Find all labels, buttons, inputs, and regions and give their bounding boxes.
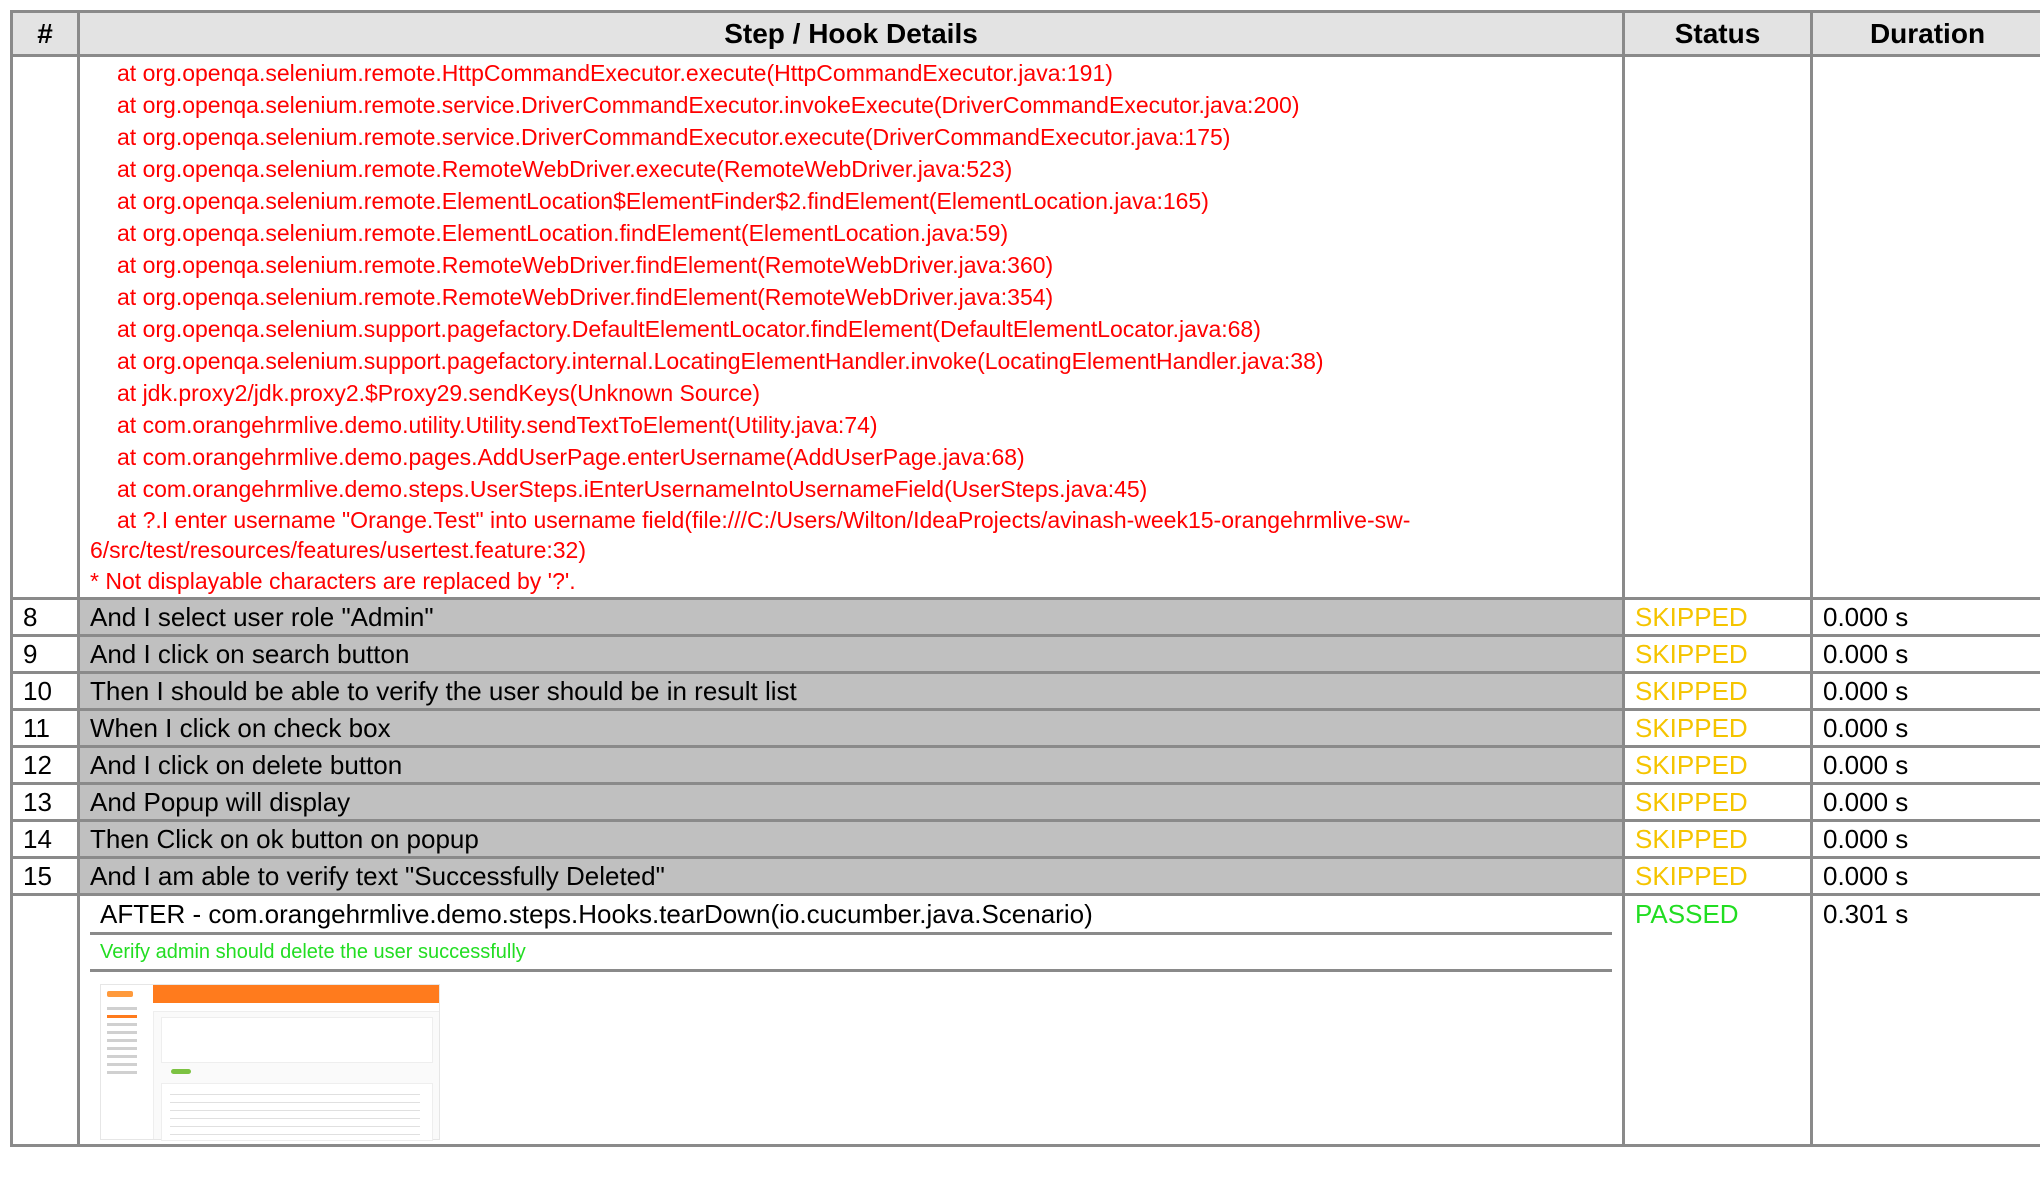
thumb-menu-item: [107, 1007, 137, 1010]
step-num: 11: [10, 708, 80, 748]
step-row: 15 And I am able to verify text "Success…: [10, 856, 2040, 896]
thumb-topbar: [153, 985, 439, 1003]
step-text: And Popup will display: [77, 782, 1625, 822]
after-hook-status: PASSED: [1622, 893, 1813, 1147]
trace-line: at org.openqa.selenium.remote.service.Dr…: [117, 124, 1231, 150]
after-hook-message: Verify admin should delete the user succ…: [90, 935, 1612, 972]
step-status: SKIPPED: [1622, 597, 1813, 637]
step-status: SKIPPED: [1622, 819, 1813, 859]
step-row: 11 When I click on check box SKIPPED 0.0…: [10, 708, 2040, 748]
thumb-menu-item: [107, 1039, 137, 1042]
step-num: 12: [10, 745, 80, 785]
step-num: 15: [10, 856, 80, 896]
step-duration: 0.000 s: [1810, 819, 2040, 859]
step-status: SKIPPED: [1622, 856, 1813, 896]
trace-status-cell: [1622, 54, 1813, 600]
trace-line: at org.openqa.selenium.remote.service.Dr…: [117, 92, 1300, 118]
trace-note: * Not displayable characters are replace…: [90, 568, 576, 594]
stack-trace-row: at org.openqa.selenium.remote.HttpComman…: [10, 54, 2040, 600]
header-num: #: [10, 10, 80, 57]
thumb-menu-item: [107, 1047, 137, 1050]
step-row: 13 And Popup will display SKIPPED 0.000 …: [10, 782, 2040, 822]
trace-line: at com.orangehrmlive.demo.pages.AddUserP…: [117, 444, 1025, 470]
trace-duration-cell: [1810, 54, 2040, 600]
thumb-menu-item: [107, 1023, 137, 1026]
thumb-menu-item: [107, 1063, 137, 1066]
thumb-row: [170, 1118, 420, 1119]
header-details: Step / Hook Details: [77, 10, 1625, 57]
step-status: SKIPPED: [1622, 634, 1813, 674]
step-duration: 0.000 s: [1810, 597, 2040, 637]
step-row: 9 And I click on search button SKIPPED 0…: [10, 634, 2040, 674]
trace-line: at jdk.proxy2/jdk.proxy2.$Proxy29.sendKe…: [117, 380, 761, 406]
step-duration: 0.000 s: [1810, 745, 2040, 785]
step-duration: 0.000 s: [1810, 671, 2040, 711]
step-duration: 0.000 s: [1810, 856, 2040, 896]
thumb-menu-item: [107, 1055, 137, 1058]
after-hook-title: AFTER - com.orangehrmlive.demo.steps.Hoo…: [90, 896, 1612, 935]
step-text: And I click on search button: [77, 634, 1625, 674]
after-hook-duration: 0.301 s: [1810, 893, 2040, 1147]
thumb-sidebar: [101, 985, 154, 1139]
stack-trace-cell: at org.openqa.selenium.remote.HttpComman…: [77, 54, 1625, 600]
trace-line: at org.openqa.selenium.remote.HttpComman…: [117, 60, 1113, 86]
thumb-row: [170, 1110, 420, 1111]
step-text: And I am able to verify text "Successful…: [77, 856, 1625, 896]
thumb-menu-item: [107, 1031, 137, 1034]
step-num: 9: [10, 634, 80, 674]
thumb-row: [170, 1094, 420, 1095]
step-row: 12 And I click on delete button SKIPPED …: [10, 745, 2040, 785]
after-hook-screenshot: [90, 972, 1612, 1144]
trace-line: at org.openqa.selenium.remote.ElementLoc…: [117, 188, 1209, 214]
step-duration: 0.000 s: [1810, 782, 2040, 822]
step-status: SKIPPED: [1622, 671, 1813, 711]
step-status: SKIPPED: [1622, 708, 1813, 748]
step-duration: 0.000 s: [1810, 708, 2040, 748]
step-text: Then Click on ok button on popup: [77, 819, 1625, 859]
step-text: When I click on check box: [77, 708, 1625, 748]
step-row: 8 And I select user role "Admin" SKIPPED…: [10, 597, 2040, 637]
step-num: 10: [10, 671, 80, 711]
thumb-logo: [107, 991, 133, 997]
thumb-records-list: [161, 1083, 433, 1141]
thumb-row: [170, 1126, 420, 1127]
trace-line: at org.openqa.selenium.remote.RemoteWebD…: [117, 156, 1013, 182]
trace-line: at org.openqa.selenium.remote.RemoteWebD…: [117, 252, 1054, 278]
after-hook-details: AFTER - com.orangehrmlive.demo.steps.Hoo…: [77, 893, 1625, 1147]
step-text: And I click on delete button: [77, 745, 1625, 785]
after-hook-num: [10, 893, 80, 1147]
step-status: SKIPPED: [1622, 745, 1813, 785]
trace-line: at org.openqa.selenium.support.pagefacto…: [117, 316, 1261, 342]
thumb-menu-item: [107, 1071, 137, 1074]
thumb-menu-item: [107, 1015, 137, 1018]
step-row: 14 Then Click on ok button on popup SKIP…: [10, 819, 2040, 859]
trace-line: at org.openqa.selenium.remote.ElementLoc…: [117, 220, 1009, 246]
report-table: # Step / Hook Details Status Duration at…: [10, 10, 2040, 1147]
trace-line-last: at ?.I enter username "Orange.Test" into…: [90, 507, 1411, 563]
thumb-tabs: [153, 1003, 439, 1012]
trace-line: at org.openqa.selenium.support.pagefacto…: [117, 348, 1324, 374]
header-duration: Duration: [1810, 10, 2040, 57]
after-hook-row: AFTER - com.orangehrmlive.demo.steps.Hoo…: [10, 893, 2040, 1147]
step-text: Then I should be able to verify the user…: [77, 671, 1625, 711]
step-num: 8: [10, 597, 80, 637]
step-status: SKIPPED: [1622, 782, 1813, 822]
thumb-filter-panel: [161, 1017, 433, 1063]
trace-line: at com.orangehrmlive.demo.steps.UserStep…: [117, 476, 1148, 502]
step-num: 13: [10, 782, 80, 822]
trace-line: at org.openqa.selenium.remote.RemoteWebD…: [117, 284, 1054, 310]
screenshot-thumbnail-icon[interactable]: [100, 984, 440, 1141]
thumb-add-button: [171, 1069, 191, 1074]
step-row: 10 Then I should be able to verify the u…: [10, 671, 2040, 711]
step-duration: 0.000 s: [1810, 634, 2040, 674]
step-text: And I select user role "Admin": [77, 597, 1625, 637]
trace-line: at com.orangehrmlive.demo.utility.Utilit…: [117, 412, 878, 438]
header-status: Status: [1622, 10, 1813, 57]
step-num: 14: [10, 819, 80, 859]
header-row: # Step / Hook Details Status Duration: [10, 10, 2040, 57]
thumb-row: [170, 1102, 420, 1103]
trace-num-cell: [10, 54, 80, 600]
thumb-row: [170, 1134, 420, 1135]
